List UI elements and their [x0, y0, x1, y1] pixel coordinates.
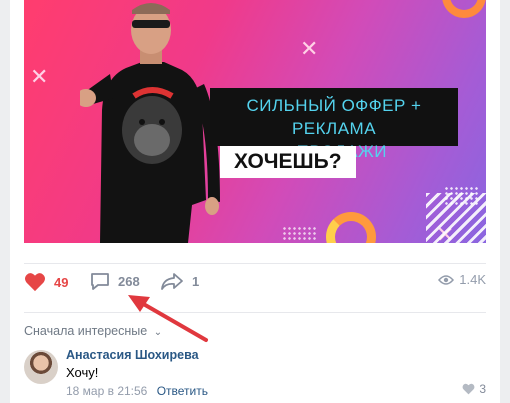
comment-bubble-icon — [91, 273, 109, 290]
heart-icon — [462, 383, 475, 395]
man-pointing-photo — [80, 3, 220, 243]
comment-item: Анастасия Шохирева Хочу! 18 мар в 21:56 … — [24, 348, 486, 403]
post-image[interactable]: ✕ ✕ ✕ СИЛЬНЫЙ ОФ — [24, 0, 486, 243]
views-count: 1.4K — [459, 272, 486, 287]
share-arrow-icon — [161, 273, 183, 290]
chevron-down-icon: ⌄ — [153, 327, 163, 338]
offer-line-1: СИЛЬНЫЙ ОФФЕР + РЕКЛАМА — [246, 96, 422, 138]
reply-link[interactable]: Ответить — [157, 384, 208, 398]
heart-icon — [25, 273, 45, 292]
like-count: 49 — [54, 274, 69, 290]
divider — [24, 263, 486, 264]
decor-x: ✕ — [300, 36, 319, 61]
post-actions: 49 268 1 1.4K — [24, 272, 486, 300]
comment-meta: 18 мар в 21:56 Ответить — [66, 384, 208, 398]
share-button[interactable]: 1 — [160, 272, 199, 291]
post-card: ✕ ✕ ✕ СИЛЬНЫЙ ОФ — [10, 0, 500, 403]
comment-like-count: 3 — [479, 382, 486, 396]
sort-label: Сначала интересные — [24, 324, 148, 338]
comment-button[interactable]: 268 — [90, 272, 140, 291]
eye-icon — [438, 274, 455, 285]
offer-cta-text: ХОЧЕШЬ? — [234, 150, 342, 173]
comment-count: 268 — [118, 274, 140, 289]
offer-cta-box: ХОЧЕШЬ? — [220, 146, 356, 178]
comment-like-button[interactable]: 3 — [462, 382, 486, 396]
share-count: 1 — [192, 274, 200, 289]
decor-stripes — [426, 193, 486, 243]
divider — [24, 312, 486, 313]
decor-x: ✕ — [30, 64, 49, 89]
offer-text-box: СИЛЬНЫЙ ОФФЕР + РЕКЛАМА + ПРОДАЖИ — [210, 88, 458, 161]
comment-author[interactable]: Анастасия Шохирева — [66, 348, 199, 362]
views-counter: 1.4K — [438, 272, 486, 287]
comment-date[interactable]: 18 мар в 21:56 — [66, 384, 147, 398]
decor-dots — [282, 226, 316, 242]
comments-sort-dropdown[interactable]: Сначала интересные ⌄ — [24, 324, 162, 338]
avatar[interactable] — [24, 350, 58, 384]
comment-text: Хочу! — [66, 365, 99, 380]
decor-ring — [442, 0, 486, 18]
decor-ring — [326, 212, 376, 243]
like-button[interactable]: 49 — [24, 272, 68, 292]
